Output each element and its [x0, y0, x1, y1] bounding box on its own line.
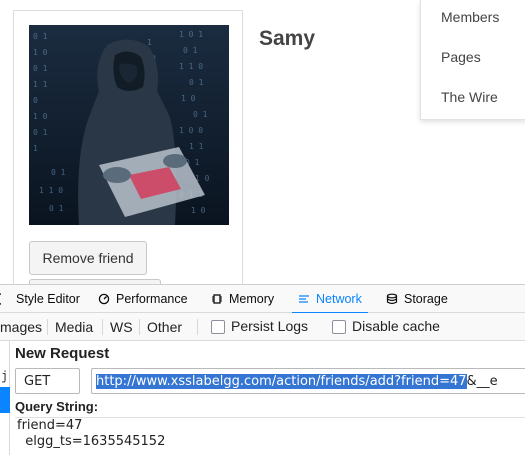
network-icon — [298, 293, 310, 305]
filter-separator — [139, 319, 140, 335]
persist-logs-label[interactable]: Persist Logs — [231, 318, 308, 334]
new-request-title: New Request — [15, 345, 110, 362]
hacker-image: 0 1 1 0 0 1 1 1 0 1 0 0 1 1 1 0 1 0 1 1 1 0 0 1 1… — [29, 25, 229, 225]
site-menu-dropdown: Members Pages The Wire — [420, 0, 525, 120]
svg-text:0 1: 0 1 — [49, 204, 64, 213]
query-line: elgg_ts=1635545152 — [17, 434, 166, 449]
tab-style-editor-label: Style Editor — [16, 292, 80, 306]
svg-text:1 0: 1 0 — [181, 94, 196, 103]
request-list-sliver: j — [0, 341, 10, 455]
filter-separator — [197, 319, 198, 335]
svg-text:1 0: 1 0 — [191, 206, 206, 215]
performance-icon — [98, 293, 110, 305]
devtools-tabbar: Style Editor Performance Memory Network … — [0, 285, 525, 314]
url-input[interactable]: http://www.xsslabelgg.com/action/friends… — [91, 368, 525, 394]
disable-cache-checkbox[interactable] — [332, 320, 346, 334]
svg-text:1 0: 1 0 — [33, 112, 48, 121]
svg-text:0 1: 0 1 — [193, 110, 208, 119]
request-list-text: j — [1, 369, 9, 383]
svg-text:1 0 0: 1 0 0 — [179, 126, 203, 135]
svg-text:1 1 0: 1 1 0 — [179, 62, 203, 71]
svg-text:1: 1 — [147, 38, 152, 47]
profile-avatar[interactable]: 0 1 1 0 0 1 1 1 0 1 0 0 1 1 1 0 1 0 1 1 1 0 0 1 1… — [29, 25, 229, 225]
menu-item-the-wire[interactable]: The Wire — [441, 89, 498, 105]
tab-performance-label: Performance — [116, 292, 188, 306]
tab-memory[interactable]: Memory — [211, 285, 274, 313]
devtools-panel: Style Editor Performance Memory Network … — [0, 284, 525, 455]
filter-media[interactable]: Media — [53, 318, 95, 336]
tab-storage[interactable]: Storage — [386, 285, 448, 313]
method-input[interactable]: GET — [15, 368, 80, 394]
new-request-panel: New Request GET http://www.xsslabelgg.co… — [10, 341, 525, 455]
style-editor-icon — [0, 293, 10, 305]
svg-text:0 1: 0 1 — [51, 168, 66, 177]
svg-text:1 1: 1 1 — [33, 80, 48, 89]
persist-logs-checkbox[interactable] — [211, 320, 225, 334]
svg-text:1 0 1: 1 0 1 — [179, 30, 203, 39]
selected-request-row[interactable] — [0, 387, 10, 413]
svg-text:0 1: 0 1 — [183, 46, 198, 55]
tab-storage-label: Storage — [404, 292, 448, 306]
url-rest-text: &__e — [466, 373, 498, 389]
query-line: friend=47 — [17, 418, 83, 433]
svg-text:0: 0 — [33, 96, 38, 105]
remove-friend-button[interactable]: Remove friend — [29, 241, 147, 275]
svg-text:1 1 0: 1 1 0 — [39, 186, 63, 195]
profile-card: 0 1 1 0 0 1 1 1 0 1 0 0 1 1 1 0 1 0 1 1 1 0 0 1 1… — [13, 10, 243, 284]
filter-separator — [102, 319, 103, 335]
tab-network[interactable]: Network — [292, 285, 368, 314]
elgg-page: 0 1 1 0 0 1 1 1 0 1 0 0 1 1 1 0 1 0 1 1 1 0 0 1 1… — [0, 0, 525, 284]
filter-separator — [47, 319, 48, 335]
svg-text:0 1: 0 1 — [33, 128, 48, 137]
profile-name: Samy — [259, 27, 316, 50]
svg-text:1: 1 — [33, 144, 38, 153]
memory-icon — [211, 293, 223, 305]
tab-memory-label: Memory — [229, 292, 275, 306]
menu-item-pages[interactable]: Pages — [441, 49, 481, 65]
svg-text:0 1: 0 1 — [33, 64, 48, 73]
filter-other[interactable]: Other — [145, 318, 184, 336]
menu-item-members[interactable]: Members — [441, 9, 499, 25]
filter-ws[interactable]: WS — [108, 318, 135, 336]
tab-style-editor[interactable]: Style Editor — [0, 285, 80, 313]
svg-text:1 0: 1 0 — [33, 48, 48, 57]
tab-network-label: Network — [316, 292, 362, 306]
tab-performance[interactable]: Performance — [98, 285, 188, 313]
storage-icon — [386, 293, 398, 305]
network-filter-bar: mages Media WS Other Persist Logs Disabl… — [0, 313, 525, 341]
query-string-textarea[interactable]: friend=47 elgg_ts=1635545152 — [15, 417, 525, 455]
disable-cache-label[interactable]: Disable cache — [352, 318, 440, 334]
svg-text:1 1: 1 1 — [189, 142, 204, 151]
filter-images[interactable]: mages — [0, 318, 44, 336]
svg-text:0 1: 0 1 — [189, 78, 204, 87]
svg-text:0 1: 0 1 — [33, 32, 48, 41]
url-selected-text: http://www.xsslabelgg.com/action/friends… — [96, 373, 467, 389]
query-string-title: Query String: — [15, 399, 99, 414]
